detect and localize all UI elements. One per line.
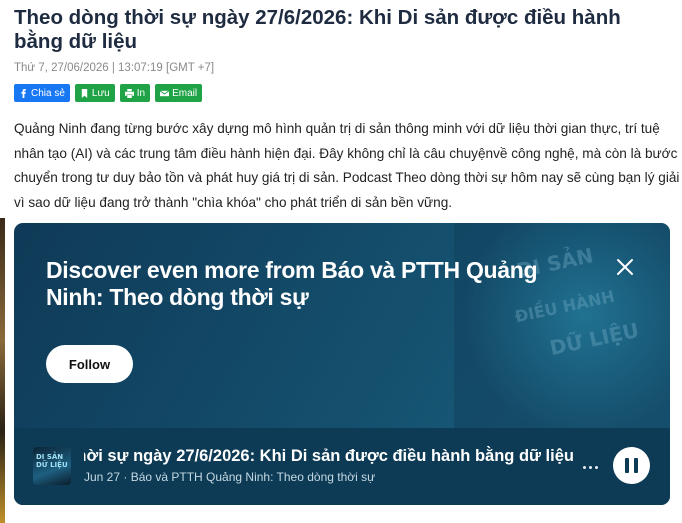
- discover-heading: Discover even more from Báo và PTTH Quản…: [46, 257, 538, 310]
- left-edge-image: [0, 218, 5, 523]
- episode-title-marquee: Theo dòng thời sự ngày 27/6/2026: Khi Di…: [84, 444, 574, 468]
- email-label: Email: [172, 87, 198, 99]
- share-facebook-label: Chia sẻ: [31, 87, 65, 99]
- article-title: Theo dòng thời sự ngày 27/6/2026: Khi Di…: [14, 6, 621, 53]
- share-facebook-button[interactable]: Chia sẻ: [14, 84, 70, 102]
- article-lead: Quảng Ninh đang từng bước xây dựng mô hì…: [14, 121, 680, 210]
- now-playing-bar: DI SẢNDỮ LIỆU Theo dòng thời sự ngày 27/…: [14, 428, 670, 505]
- pause-button[interactable]: [613, 447, 650, 484]
- more-options-button[interactable]: [581, 463, 601, 473]
- save-button[interactable]: Lưu: [74, 84, 115, 102]
- email-button[interactable]: Email: [155, 84, 203, 102]
- envelope-icon: [160, 89, 170, 96]
- bookmark-icon: [81, 88, 88, 98]
- print-button[interactable]: In: [119, 84, 151, 102]
- episode-subtitle[interactable]: Jun 27 · Báo và PTTH Quảng Ninh: Theo dò…: [84, 470, 375, 484]
- facebook-icon: [21, 88, 26, 98]
- share-bar: Chia sẻ Lưu In Email: [14, 84, 203, 102]
- follow-button[interactable]: Follow: [46, 345, 133, 383]
- close-button[interactable]: [614, 256, 636, 278]
- printer-icon: [124, 88, 134, 98]
- podcast-player-embed: DI SẢN ĐIỀU HÀNH DỮ LIỆU Discover even m…: [14, 223, 670, 505]
- podcast-cover-art: DI SẢN ĐIỀU HÀNH DỮ LIỆU: [454, 223, 670, 428]
- print-label: In: [136, 87, 146, 99]
- article-meta: Thứ 7, 27/06/2026 | 13:07:19 [GMT +7]: [14, 62, 215, 74]
- save-label: Lưu: [91, 87, 110, 99]
- close-icon: [617, 259, 633, 275]
- episode-title[interactable]: Theo dòng thời sự ngày 27/6/2026: Khi Di…: [84, 444, 574, 468]
- episode-thumbnail[interactable]: DI SẢN DỮ LIỆU: [33, 447, 71, 485]
